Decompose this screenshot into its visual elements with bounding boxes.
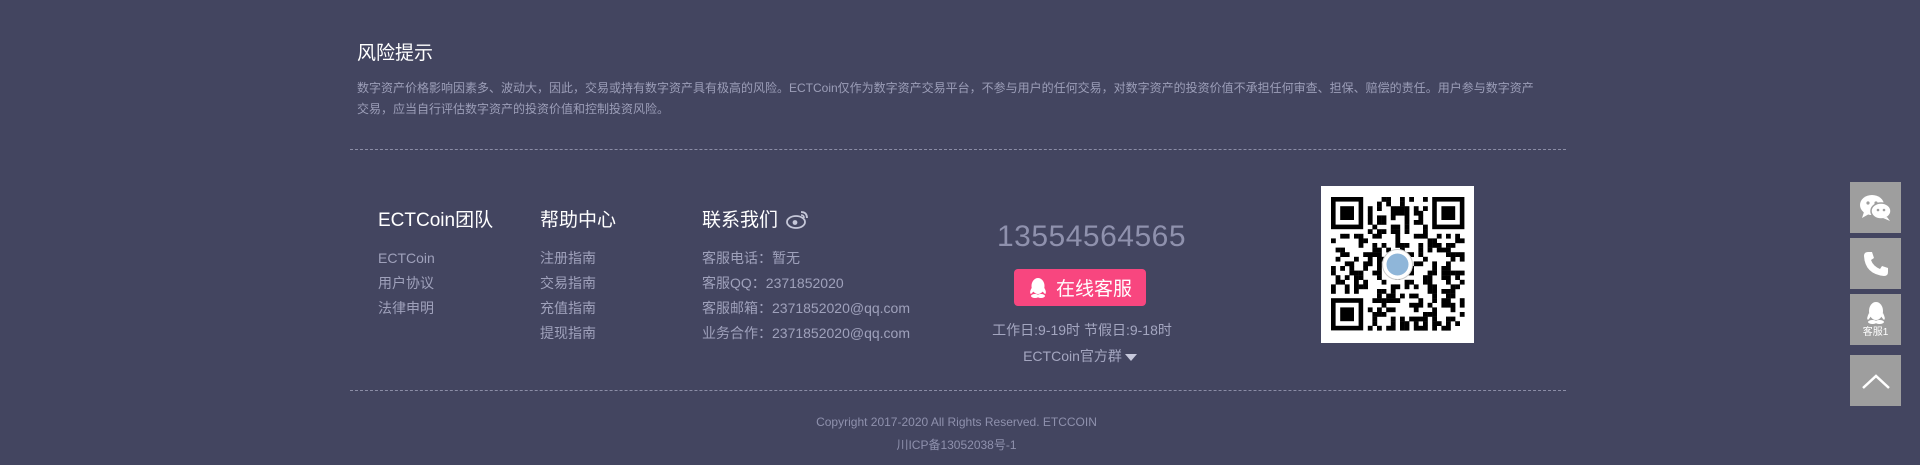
team-title: ECTCoin团队 [378,210,494,231]
online-service-label: 在线客服 [1055,279,1132,300]
risk-text-line-2: 交易，应当自行评估数字资产的投资价值和控制投资风险。 [357,102,670,116]
team-link-ectcoin[interactable]: ECTCoin [378,246,493,271]
service-phone: 13554564565 [997,220,1187,253]
top-divider [350,149,1566,150]
contact-qq: 客服QQ：2371852020 [702,275,844,291]
risk-title: 风险提示 [357,43,434,64]
help-link-register[interactable]: 注册指南 [540,246,616,271]
contact-phone: 客服电话：暂无 [702,250,800,266]
qq-service-button[interactable]: 客服1 [1850,294,1901,345]
qq-service-label: 客服1 [1862,327,1889,338]
chevron-up-icon [1861,373,1890,389]
team-link-legal[interactable]: 法律申明 [378,296,493,321]
qr-code-image [1331,197,1465,331]
help-column: 帮助中心 注册指南 交易指南 充值指南 提现指南 [540,205,616,346]
wechat-icon [1859,194,1892,221]
risk-text-line-1: 数字资产价格影响因素多、波动大，因此，交易或持有数字资产具有极高的风险。ECTC… [357,81,1534,95]
qq-icon [1030,277,1046,298]
qr-code [1321,186,1474,343]
official-group-dropdown[interactable]: ECTCoin官方群 [1000,346,1160,366]
contact-business: 业务合作：2371852020@qq.com [702,325,910,341]
qq-penguin-icon [1866,302,1885,324]
phone-button[interactable] [1850,238,1901,289]
team-link-user-agreement[interactable]: 用户协议 [378,271,493,296]
contact-email: 客服邮箱：2371852020@qq.com [702,300,910,316]
icp-text: 川ICP备13052038号-1 [896,438,1017,452]
risk-text: 数字资产价格影响因素多、波动大，因此，交易或持有数字资产具有极高的风险。ECTC… [357,78,1557,120]
help-link-withdraw[interactable]: 提现指南 [540,321,616,346]
help-link-deposit[interactable]: 充值指南 [540,296,616,321]
phone-icon [1863,251,1888,276]
contact-title: 联系我们 [702,210,779,231]
wechat-button[interactable] [1850,182,1901,233]
help-link-trade[interactable]: 交易指南 [540,271,616,296]
official-group-label: ECTCoin官方群 [1023,348,1122,364]
caret-down-icon [1124,353,1137,361]
contact-title-row: 联系我们 [702,205,910,232]
service-hours: 工作日:9-19时 节假日:9-18时 [992,322,1172,338]
online-service-button[interactable]: 在线客服 [1014,269,1146,306]
copyright-text: Copyright 2017-2020 All Rights Reserved.… [816,415,1097,429]
back-to-top-button[interactable] [1850,355,1901,406]
bottom-divider [350,390,1566,391]
help-title: 帮助中心 [540,210,617,231]
contact-column: 联系我们 客服电话：暂无 客服QQ：2371852020 客服邮箱：237185… [702,205,910,346]
team-column: ECTCoin团队 ECTCoin 用户协议 法律申明 [378,205,493,321]
weibo-icon[interactable] [786,209,810,229]
